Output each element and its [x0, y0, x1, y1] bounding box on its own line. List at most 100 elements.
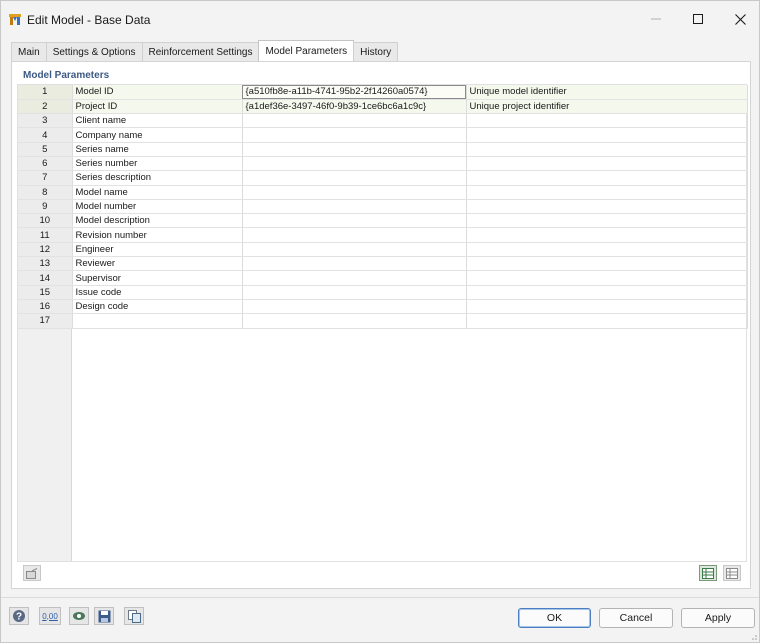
row-number: 9 [18, 199, 73, 215]
table-row[interactable]: 14 Supervisor [18, 270, 748, 286]
close-icon [734, 13, 746, 25]
table-export-icon [726, 567, 738, 579]
cancel-button[interactable]: Cancel [599, 608, 673, 628]
parameter-value-cell[interactable] [242, 227, 467, 243]
table-row[interactable]: 16 Design code [18, 299, 748, 315]
parameter-description-cell [466, 227, 748, 243]
title-bar: Edit Model - Base Data [1, 1, 759, 37]
close-button[interactable] [719, 1, 760, 37]
table-row[interactable]: 13 Reviewer [18, 256, 748, 272]
parameter-value-cell[interactable] [242, 256, 467, 272]
minimize-button[interactable] [635, 1, 677, 37]
row-number: 5 [18, 142, 73, 157]
parameter-name-cell: Series name [72, 142, 243, 157]
table-row[interactable]: 15 Issue code [18, 285, 748, 300]
parameter-description-cell [466, 170, 748, 186]
row-number: 14 [18, 270, 73, 286]
parameter-description-cell [466, 185, 748, 200]
copy-button[interactable] [124, 607, 144, 625]
parameter-value-cell[interactable] [242, 185, 467, 200]
row-number: 15 [18, 285, 73, 300]
parameter-value-cell[interactable] [242, 170, 467, 186]
table-row[interactable]: 5 Series name [18, 142, 748, 157]
parameter-description-cell: Unique model identifier [466, 85, 748, 100]
help-button[interactable]: ? [9, 607, 29, 625]
table-import-icon [702, 567, 714, 579]
parameter-name-cell: Client name [72, 113, 243, 129]
parameter-description-cell: Unique project identifier [466, 99, 748, 115]
parameter-description-cell [466, 313, 748, 329]
parameter-value-cell[interactable] [242, 213, 467, 229]
table-row[interactable]: 12 Engineer [18, 242, 748, 258]
parameter-name-cell: Model description [72, 213, 243, 229]
parameters-table: 1 Model ID {a510fb8e-a11b-4741-95b2-2f1426… [18, 85, 748, 329]
row-number: 1 [18, 85, 73, 100]
resize-grip-icon[interactable] [749, 632, 757, 640]
parameter-description-cell [466, 142, 748, 157]
window-title: Edit Model - Base Data [27, 13, 151, 27]
parameter-value-cell[interactable] [242, 199, 467, 215]
row-number: 7 [18, 170, 73, 186]
parameter-name-cell: Issue code [72, 285, 243, 300]
parameter-value-cell[interactable] [242, 142, 467, 157]
tab-model-parameters[interactable]: Model Parameters [258, 40, 355, 61]
tab-reinforcement-settings[interactable]: Reinforcement Settings [141, 42, 260, 61]
table-row[interactable]: 11 Revision number [18, 227, 748, 243]
minimize-icon [651, 18, 661, 20]
tab-settings-options[interactable]: Settings & Options [45, 42, 143, 61]
import-table-button[interactable] [699, 565, 717, 581]
ok-button[interactable]: OK [518, 608, 591, 628]
parameter-value-cell[interactable] [242, 299, 467, 315]
save-settings-button[interactable] [94, 607, 114, 625]
export-table-button[interactable] [723, 565, 741, 581]
export-icon [26, 567, 38, 579]
table-row[interactable]: 4 Company name [18, 127, 748, 143]
save-icon [98, 610, 110, 622]
parameter-name-cell: Series description [72, 170, 243, 186]
parameter-value-cell[interactable] [242, 313, 467, 329]
table-row[interactable]: 3 Client name [18, 113, 748, 129]
parameter-description-cell [466, 113, 748, 129]
table-row[interactable]: 10 Model description [18, 213, 748, 229]
parameter-name-cell: Revision number [72, 227, 243, 243]
table-row[interactable]: 8 Model name [18, 185, 748, 200]
parameter-value-cell[interactable] [242, 113, 467, 129]
parameter-description-cell [466, 242, 748, 258]
row-number: 16 [18, 299, 73, 315]
parameter-value-cell[interactable] [242, 127, 467, 143]
table-row[interactable]: 1 Model ID {a510fb8e-a11b-4741-95b2-2f1426… [18, 85, 748, 100]
tab-history[interactable]: History [353, 42, 399, 61]
table-row[interactable]: 9 Model number [18, 199, 748, 215]
parameter-value-cell[interactable] [242, 285, 467, 300]
table-row[interactable]: 2 Project ID {a1def36e-3497-46f0-9b39-1ce6… [18, 99, 748, 115]
svg-text:?: ? [16, 612, 22, 623]
parameter-description-cell [466, 285, 748, 300]
parameter-value-cell[interactable] [242, 242, 467, 258]
parameter-value-cell[interactable]: {a1def36e-3497-46f0-9b39-1ce6bc6a1c9c} [242, 99, 467, 115]
table-row[interactable]: 7 Series description [18, 170, 748, 186]
edit-model-dialog: Edit Model - Base Data Main Settings & O… [0, 0, 760, 643]
row-number: 13 [18, 256, 73, 272]
parameter-value-cell[interactable] [242, 156, 467, 172]
export-button[interactable] [23, 565, 41, 581]
apply-button[interactable]: Apply [681, 608, 755, 628]
help-icon: ? [13, 610, 25, 623]
table-row[interactable]: 17 [18, 313, 748, 329]
parameter-value-cell[interactable] [242, 270, 467, 286]
tab-main[interactable]: Main [11, 42, 47, 61]
parameter-name-cell: Model ID [72, 85, 243, 100]
row-number: 8 [18, 185, 73, 200]
table-row[interactable]: 6 Series number [18, 156, 748, 172]
parameter-value-cell[interactable]: {a510fb8e-a11b-4741-95b2-2f14260a0574} [242, 85, 467, 100]
parameter-name-cell: Engineer [72, 242, 243, 258]
parameter-name-cell: Design code [72, 299, 243, 315]
maximize-button[interactable] [677, 1, 719, 37]
parameter-name-cell: Company name [72, 127, 243, 143]
app-icon [9, 14, 21, 25]
units-button[interactable]: 0,00 [39, 607, 61, 625]
tab-bar: Main Settings & Options Reinforcement Se… [11, 40, 399, 61]
row-number: 6 [18, 156, 73, 172]
row-number: 4 [18, 127, 73, 143]
visibility-button[interactable] [69, 607, 89, 625]
parameter-description-cell [466, 199, 748, 215]
